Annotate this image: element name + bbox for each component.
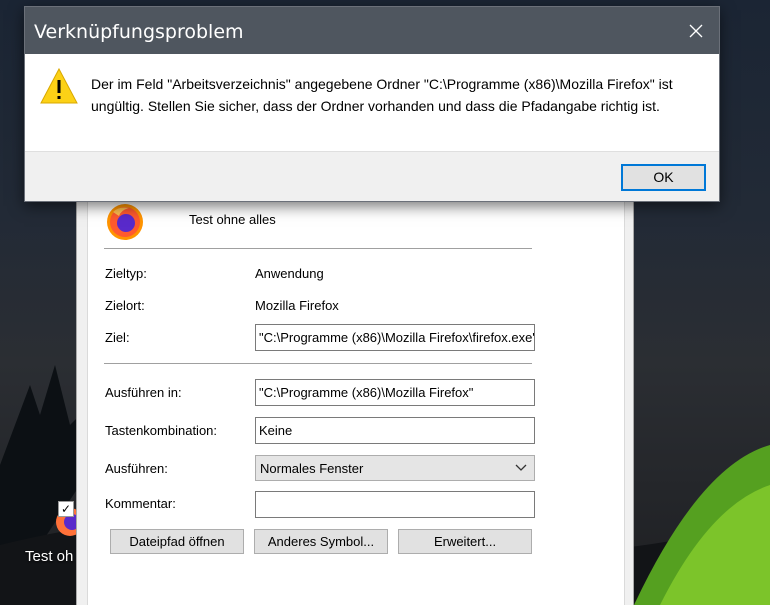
zieltyp-value: Anwendung: [255, 266, 324, 281]
separator: [104, 248, 532, 249]
ziel-field[interactable]: "C:\Programme (x86)\Mozilla Firefox\fire…: [255, 324, 535, 351]
change-icon-button[interactable]: Anderes Symbol...: [254, 529, 388, 554]
chevron-down-icon: [515, 464, 527, 471]
desktop-icon-label[interactable]: Test oh: [25, 548, 73, 565]
zielort-label: Zielort:: [105, 298, 145, 313]
shortcut-name: Test ohne alles: [189, 212, 276, 227]
ok-button[interactable]: OK: [621, 164, 706, 191]
tastenkombination-label: Tastenkombination:: [105, 423, 218, 438]
open-file-location-button[interactable]: Dateipfad öffnen: [110, 529, 244, 554]
zielort-value: Mozilla Firefox: [255, 298, 339, 313]
dialog-message: Der im Feld "Arbeitsverzeichnis" angegeb…: [91, 76, 673, 114]
close-icon: [689, 24, 703, 37]
ausfuehren-in-label: Ausführen in:: [105, 385, 182, 400]
warning-icon: [40, 67, 78, 104]
kommentar-label: Kommentar:: [105, 496, 176, 511]
error-dialog: Verknüpfungsproblem Der im Feld "Arbeits…: [24, 6, 720, 202]
tastenkombination-field[interactable]: Keine: [255, 417, 535, 444]
ausfuehren-label: Ausführen:: [105, 461, 168, 476]
kommentar-field[interactable]: [255, 491, 535, 518]
ausfuehren-in-field[interactable]: "C:\Programme (x86)\Mozilla Firefox": [255, 379, 535, 406]
firefox-icon: [107, 204, 143, 240]
dialog-footer: OK: [25, 151, 719, 201]
checkbox-icon[interactable]: ✓: [58, 501, 74, 517]
ausfuehren-select[interactable]: Normales Fenster: [255, 455, 535, 481]
close-button[interactable]: [673, 7, 719, 54]
dialog-title: Verknüpfungsproblem: [34, 21, 244, 43]
zieltyp-label: Zieltyp:: [105, 266, 147, 281]
separator: [104, 363, 532, 364]
ausfuehren-select-value: Normales Fenster: [260, 461, 364, 476]
dialog-titlebar[interactable]: Verknüpfungsproblem: [25, 7, 719, 54]
ziel-label: Ziel:: [105, 330, 130, 345]
advanced-button[interactable]: Erweitert...: [398, 529, 532, 554]
